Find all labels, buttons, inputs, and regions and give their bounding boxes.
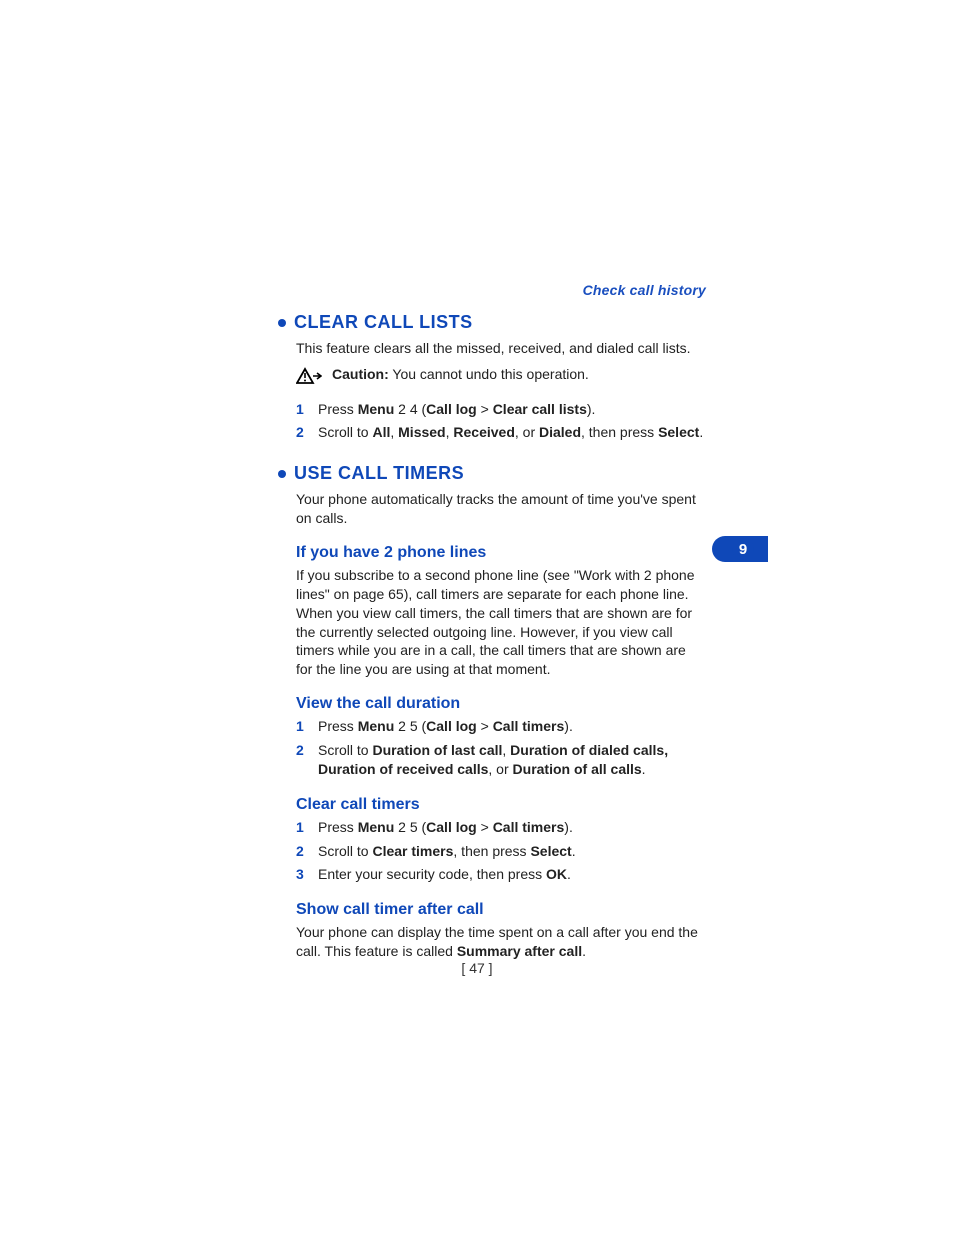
t: > [477,401,493,417]
chapter-number-badge: 9 [732,538,754,560]
t: , [502,742,510,758]
t: Dialed [539,424,581,440]
t: 2 5 ( [394,718,426,734]
page: 9 Check call history CLEAR CALL LISTS Th… [0,0,954,1235]
list-item: 1 Press Menu 2 5 (Call log > Call timers… [296,818,706,838]
heading-text: CLEAR CALL LISTS [294,312,473,333]
bullet-icon [278,319,286,327]
caution-text: Caution: You cannot undo this operation. [332,366,589,382]
subheading-two-lines: If you have 2 phone lines [296,544,706,562]
section-link: Check call history [276,282,706,298]
ordered-list: 1 Press Menu 2 4 (Call log > Clear call … [296,400,706,443]
t: Scroll to [318,843,372,859]
t: Scroll to [318,424,372,440]
t: Call timers [493,819,565,835]
subheading-view-duration: View the call duration [296,695,706,713]
t: Summary after call [457,943,582,959]
t: ). [587,401,596,417]
heading-use-call-timers: USE CALL TIMERS [276,463,706,484]
t: . [642,761,646,777]
t: , [390,424,398,440]
t: . [582,943,586,959]
t: Enter your security code, then press [318,866,546,882]
t: Press [318,718,358,734]
step-number: 3 [296,865,306,885]
step-number: 2 [296,842,306,862]
step-text: Scroll to All, Missed, Received, or Dial… [318,423,703,443]
t: Select [658,424,699,440]
step-number: 2 [296,423,306,443]
t: Select [530,843,571,859]
step-number: 1 [296,400,306,420]
t: Call log [426,401,477,417]
step-number: 1 [296,818,306,838]
caution-icon [296,367,322,390]
t: Press [318,401,358,417]
step-number: 2 [296,741,306,780]
heading-text: USE CALL TIMERS [294,463,464,484]
list-item: 2 Scroll to Clear timers, then press Sel… [296,842,706,862]
t: , or [515,424,539,440]
t: . [699,424,703,440]
step-number: 1 [296,717,306,737]
paragraph: If you subscribe to a second phone line … [296,566,706,679]
caution-block: Caution: You cannot undo this operation. [296,366,706,390]
paragraph: Your phone automatically tracks the amou… [296,490,706,528]
step-text: Scroll to Duration of last call, Duratio… [318,741,706,780]
paragraph: Your phone can display the time spent on… [296,923,706,961]
list-item: 3 Enter your security code, then press O… [296,865,706,885]
t: Menu [358,401,395,417]
t: All [372,424,390,440]
ordered-list: 1 Press Menu 2 5 (Call log > Call timers… [296,818,706,885]
t: Duration of last call [372,742,502,758]
t: Received [453,424,514,440]
list-item: 1 Press Menu 2 4 (Call log > Clear call … [296,400,706,420]
t: Call timers [493,718,565,734]
step-text: Scroll to Clear timers, then press Selec… [318,842,576,862]
t: Menu [358,718,395,734]
step-text: Enter your security code, then press OK. [318,865,571,885]
page-number: [ 47 ] [0,960,954,976]
t: 2 4 ( [394,401,426,417]
t: . [567,866,571,882]
subheading-clear-timers: Clear call timers [296,796,706,814]
t: ). [564,718,573,734]
t: > [477,718,493,734]
t: Clear call lists [493,401,587,417]
t: OK [546,866,567,882]
t: 2 5 ( [394,819,426,835]
t: ). [564,819,573,835]
t: Call log [426,819,477,835]
t: Menu [358,819,395,835]
t: Clear timers [372,843,453,859]
t: , then press [581,424,658,440]
subheading-show-timer: Show call timer after call [296,901,706,919]
step-text: Press Menu 2 5 (Call log > Call timers). [318,717,573,737]
heading-clear-call-lists: CLEAR CALL LISTS [276,312,706,333]
paragraph: This feature clears all the missed, rece… [296,339,706,358]
t: > [477,819,493,835]
step-text: Press Menu 2 5 (Call log > Call timers). [318,818,573,838]
content-column: Check call history CLEAR CALL LISTS This… [276,282,706,969]
list-item: 2 Scroll to Duration of last call, Durat… [296,741,706,780]
caution-label: Caution: [332,366,389,382]
caution-body: You cannot undo this operation. [389,366,589,382]
chapter-tab: 9 [712,536,768,562]
list-item: 1 Press Menu 2 5 (Call log > Call timers… [296,717,706,737]
t: , or [488,761,512,777]
t: Press [318,819,358,835]
t: . [572,843,576,859]
t: Missed [398,424,445,440]
step-text: Press Menu 2 4 (Call log > Clear call li… [318,400,595,420]
ordered-list: 1 Press Menu 2 5 (Call log > Call timers… [296,717,706,780]
bullet-icon [278,470,286,478]
list-item: 2 Scroll to All, Missed, Received, or Di… [296,423,706,443]
t: Duration of all calls [513,761,642,777]
t: Scroll to [318,742,372,758]
t: Call log [426,718,477,734]
t: , then press [453,843,530,859]
